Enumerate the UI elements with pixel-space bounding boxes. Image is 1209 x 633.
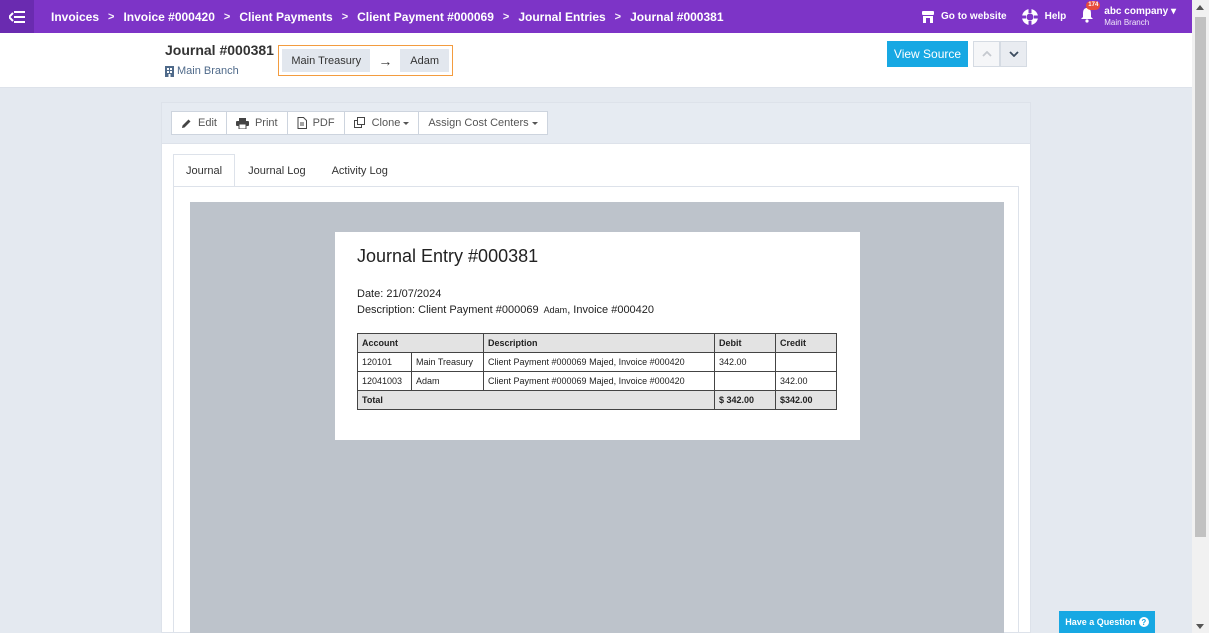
- question-icon: ?: [1138, 617, 1149, 627]
- account-code: 12041003: [357, 371, 412, 391]
- caret-down-icon: [403, 121, 410, 125]
- caret-down-icon: [531, 121, 538, 125]
- total-debit: $ 342.00: [714, 390, 776, 410]
- column-header-debit: Debit: [714, 333, 776, 353]
- document-description: Description: Client Payment #000069 Adam…: [357, 304, 655, 316]
- breadcrumb-journal-entries[interactable]: Journal Entries: [518, 10, 605, 24]
- file-icon: [297, 117, 307, 129]
- chevron-down-icon: [1008, 51, 1019, 57]
- row-description: Client Payment #000069 Majed, Invoice #0…: [483, 352, 715, 372]
- notification-badge: 174: [1086, 1, 1101, 10]
- row-debit: 342.00: [714, 352, 776, 372]
- scroll-up-icon[interactable]: [1196, 5, 1204, 10]
- scroll-thumb[interactable]: [1195, 17, 1206, 537]
- building-icon: [165, 65, 174, 77]
- company-branch: Main Branch: [1104, 17, 1150, 27]
- help-link[interactable]: Help: [1021, 8, 1067, 26]
- breadcrumb-separator: >: [341, 10, 349, 23]
- account-code: 120101: [357, 352, 412, 372]
- column-header-credit: Credit: [775, 333, 837, 353]
- column-header-description: Description: [483, 333, 715, 353]
- view-source-button[interactable]: View Source: [887, 41, 968, 67]
- row-credit: [775, 352, 837, 372]
- row-credit: 342.00: [775, 371, 837, 391]
- copy-icon: [353, 117, 365, 128]
- action-toolbar: Edit Print PDF Clone Assign Cost Centers: [162, 103, 1030, 144]
- previous-record-button[interactable]: [973, 41, 1000, 67]
- menu-toggle-button[interactable]: [0, 0, 34, 33]
- column-header-account: Account: [357, 333, 484, 353]
- flow-from-account[interactable]: Main Treasury: [282, 49, 371, 72]
- total-row: Total $ 342.00 $342.00: [357, 390, 837, 410]
- account-name: Adam: [411, 371, 484, 391]
- total-credit: $342.00: [775, 390, 837, 410]
- account-name: Main Treasury: [411, 352, 484, 372]
- page-header: Journal #000381 Main Branch Main Treasur…: [0, 33, 1192, 88]
- company-switcher[interactable]: abc company ▾ Main Branch: [1104, 6, 1176, 28]
- chevron-up-icon: [981, 51, 992, 57]
- breadcrumb-separator: >: [223, 10, 231, 23]
- menu-back-icon: [9, 10, 25, 23]
- breadcrumb: Invoices > Invoice #000420 > Client Paym…: [51, 10, 724, 24]
- store-icon: [922, 10, 935, 23]
- tab-content: Journal Entry #000381 Date: 21/07/2024 D…: [173, 187, 1019, 633]
- go-to-website-label: Go to website: [941, 11, 1007, 22]
- breadcrumb-separator: >: [108, 10, 115, 23]
- breadcrumb-separator: >: [502, 10, 510, 23]
- top-navbar: Invoices > Invoice #000420 > Client Paym…: [0, 0, 1192, 33]
- breadcrumb-journal: Journal #000381: [630, 9, 724, 24]
- document-preview[interactable]: Journal Entry #000381 Date: 21/07/2024 D…: [190, 202, 1004, 633]
- company-name: abc company ▾: [1104, 5, 1176, 17]
- document-title: Journal Entry #000381: [357, 246, 539, 266]
- go-to-website-link[interactable]: Go to website: [921, 10, 1007, 23]
- flow-to-account[interactable]: Adam: [400, 49, 449, 72]
- pencil-icon: [182, 119, 191, 128]
- breadcrumb-separator: >: [614, 10, 622, 23]
- printer-icon: [235, 117, 249, 129]
- tab-journal[interactable]: Journal: [173, 154, 236, 187]
- help-label: Help: [1044, 11, 1067, 22]
- scroll-down-icon[interactable]: [1196, 624, 1204, 629]
- clone-button[interactable]: Clone: [343, 111, 420, 135]
- row-description: Client Payment #000069 Majed, Invoice #0…: [483, 371, 715, 391]
- branch-label: Main Branch: [165, 65, 239, 77]
- journal-panel: Edit Print PDF Clone Assign Cost Centers…: [161, 102, 1031, 633]
- arrow-right-icon: →: [378, 52, 393, 69]
- table-row: 120101 Main Treasury Client Payment #000…: [357, 352, 837, 372]
- total-label: Total: [357, 390, 715, 410]
- tab-bar: Journal Journal Log Activity Log: [173, 154, 401, 187]
- tab-activity-log[interactable]: Activity Log: [319, 154, 401, 187]
- have-a-question-button[interactable]: Have a Question?: [1059, 611, 1155, 633]
- journal-table: Account Description Debit Credit 120101 …: [357, 333, 837, 410]
- breadcrumb-invoice[interactable]: Invoice #000420: [123, 10, 214, 24]
- row-debit: [714, 371, 776, 391]
- page-scrollbar[interactable]: [1192, 0, 1209, 633]
- breadcrumb-invoices[interactable]: Invoices: [51, 10, 99, 24]
- breadcrumb-client-payments[interactable]: Client Payments: [239, 10, 332, 24]
- assign-cost-centers-button[interactable]: Assign Cost Centers: [418, 111, 548, 135]
- table-row: 12041003 Adam Client Payment #000069 Maj…: [357, 371, 837, 391]
- tab-journal-log[interactable]: Journal Log: [235, 154, 319, 187]
- pdf-button[interactable]: PDF: [286, 111, 345, 135]
- edit-button[interactable]: Edit: [171, 111, 227, 135]
- print-button[interactable]: Print: [225, 111, 288, 135]
- document-date: Date: 21/07/2024: [357, 288, 442, 300]
- lifebuoy-icon: [1021, 8, 1038, 25]
- next-record-button[interactable]: [1000, 41, 1027, 67]
- notifications-button[interactable]: 174: [1080, 1, 1101, 26]
- chevron-down-icon: ▾: [1170, 5, 1176, 17]
- breadcrumb-client-payment[interactable]: Client Payment #000069: [357, 10, 494, 24]
- page-title: Journal #000381: [165, 42, 274, 58]
- journal-document: Journal Entry #000381 Date: 21/07/2024 D…: [335, 232, 860, 440]
- account-flow: Main Treasury → Adam: [278, 45, 453, 76]
